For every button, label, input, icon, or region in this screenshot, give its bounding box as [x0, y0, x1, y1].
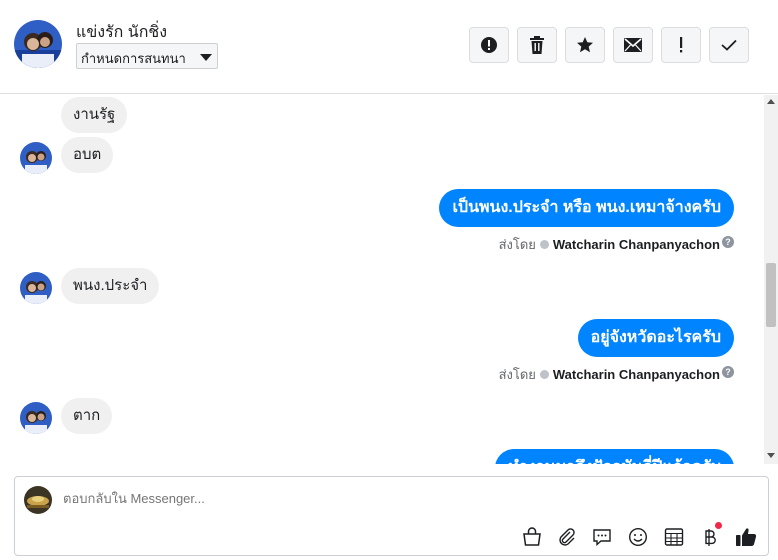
payment-button[interactable]: [698, 522, 722, 549]
notification-dot: [715, 522, 722, 529]
verified-dot-icon: [539, 370, 549, 379]
conversation-type-select[interactable]: กำหนดการสนทนา: [76, 43, 218, 69]
spam-button[interactable]: [661, 27, 701, 63]
sent-by-line: ส่งโดย Watcharin Chanpanyachon: [499, 364, 720, 385]
help-icon[interactable]: ?: [722, 366, 734, 378]
calendar-grid-icon: [664, 528, 684, 546]
emoji-button[interactable]: [626, 525, 650, 549]
check-icon: [721, 39, 737, 51]
conversation-header: แข่งรัก นักชิ่ง กำหนดการสนทนา: [0, 0, 778, 94]
message-bubble-incoming: งานรัฐ: [61, 97, 128, 133]
exclamation-icon: [680, 37, 683, 53]
sent-by-label: ส่งโดย: [498, 367, 536, 382]
attach-button[interactable]: [555, 525, 579, 549]
message-bubble-incoming: อบต: [61, 137, 114, 173]
conversation-type-value: กำหนดการสนทนา: [81, 51, 186, 66]
sender-name[interactable]: Watcharin Chanpanyachon: [553, 237, 720, 252]
message-bubble-incoming: พนง.ประจำ: [61, 268, 160, 304]
envelope-icon: [624, 38, 642, 52]
message-scrollbar[interactable]: [764, 95, 778, 464]
paperclip-icon: [559, 528, 575, 546]
like-button[interactable]: [734, 525, 758, 549]
sender-name[interactable]: Watcharin Chanpanyachon: [553, 367, 720, 382]
contact-name: แข่งรัก นักชิ่ง: [76, 24, 168, 41]
appointment-button[interactable]: [662, 525, 686, 549]
verified-dot-icon: [539, 240, 549, 249]
reply-input[interactable]: [63, 491, 463, 506]
trash-icon: [530, 36, 544, 54]
sender-avatar: [20, 402, 52, 434]
message-bubble-outgoing: อยู่จังหวัดอะไรครับ: [577, 319, 734, 357]
message-bubble-incoming: ตาก: [61, 398, 113, 434]
delete-button[interactable]: [517, 27, 557, 63]
star-button[interactable]: [565, 27, 605, 63]
chat-bubble-icon: [593, 529, 611, 547]
message-bubble-outgoing: ทำงานมาถึงปัจจุบันกี่ปีแล้วครับ: [495, 449, 734, 464]
scroll-up-arrow-icon[interactable]: [767, 99, 775, 104]
smiley-icon: [628, 527, 648, 547]
mark-unread-button[interactable]: [613, 27, 653, 63]
sender-avatar: [20, 272, 52, 304]
sent-by-label: ส่งโดย: [498, 237, 536, 252]
reply-composer: [14, 476, 769, 556]
scroll-down-arrow-icon[interactable]: [767, 453, 775, 458]
scroll-thumb[interactable]: [766, 263, 776, 327]
shop-button[interactable]: [520, 525, 544, 549]
help-icon[interactable]: ?: [722, 236, 734, 248]
report-button[interactable]: [469, 27, 509, 63]
message-bubble-outgoing: เป็นพนง.ประจำ หรือ พนง.เหมาจ้างครับ: [439, 189, 734, 227]
shopping-bag-icon: [523, 527, 541, 546]
thumbs-up-icon: [736, 528, 757, 546]
star-icon: [577, 37, 593, 53]
sender-avatar: [20, 142, 52, 174]
sent-by-line: ส่งโดย Watcharin Chanpanyachon: [499, 234, 720, 255]
page-avatar: [24, 486, 52, 514]
caret-down-icon: [200, 54, 212, 61]
saved-replies-button[interactable]: [590, 525, 614, 549]
contact-avatar[interactable]: [14, 20, 62, 68]
message-list: งานรัฐ อบต เป็นพนง.ประจำ หรือ พนง.เหมาจ้…: [0, 95, 764, 464]
alert-circle-icon: [481, 37, 497, 53]
done-button[interactable]: [709, 27, 749, 63]
baht-icon: [705, 529, 716, 546]
